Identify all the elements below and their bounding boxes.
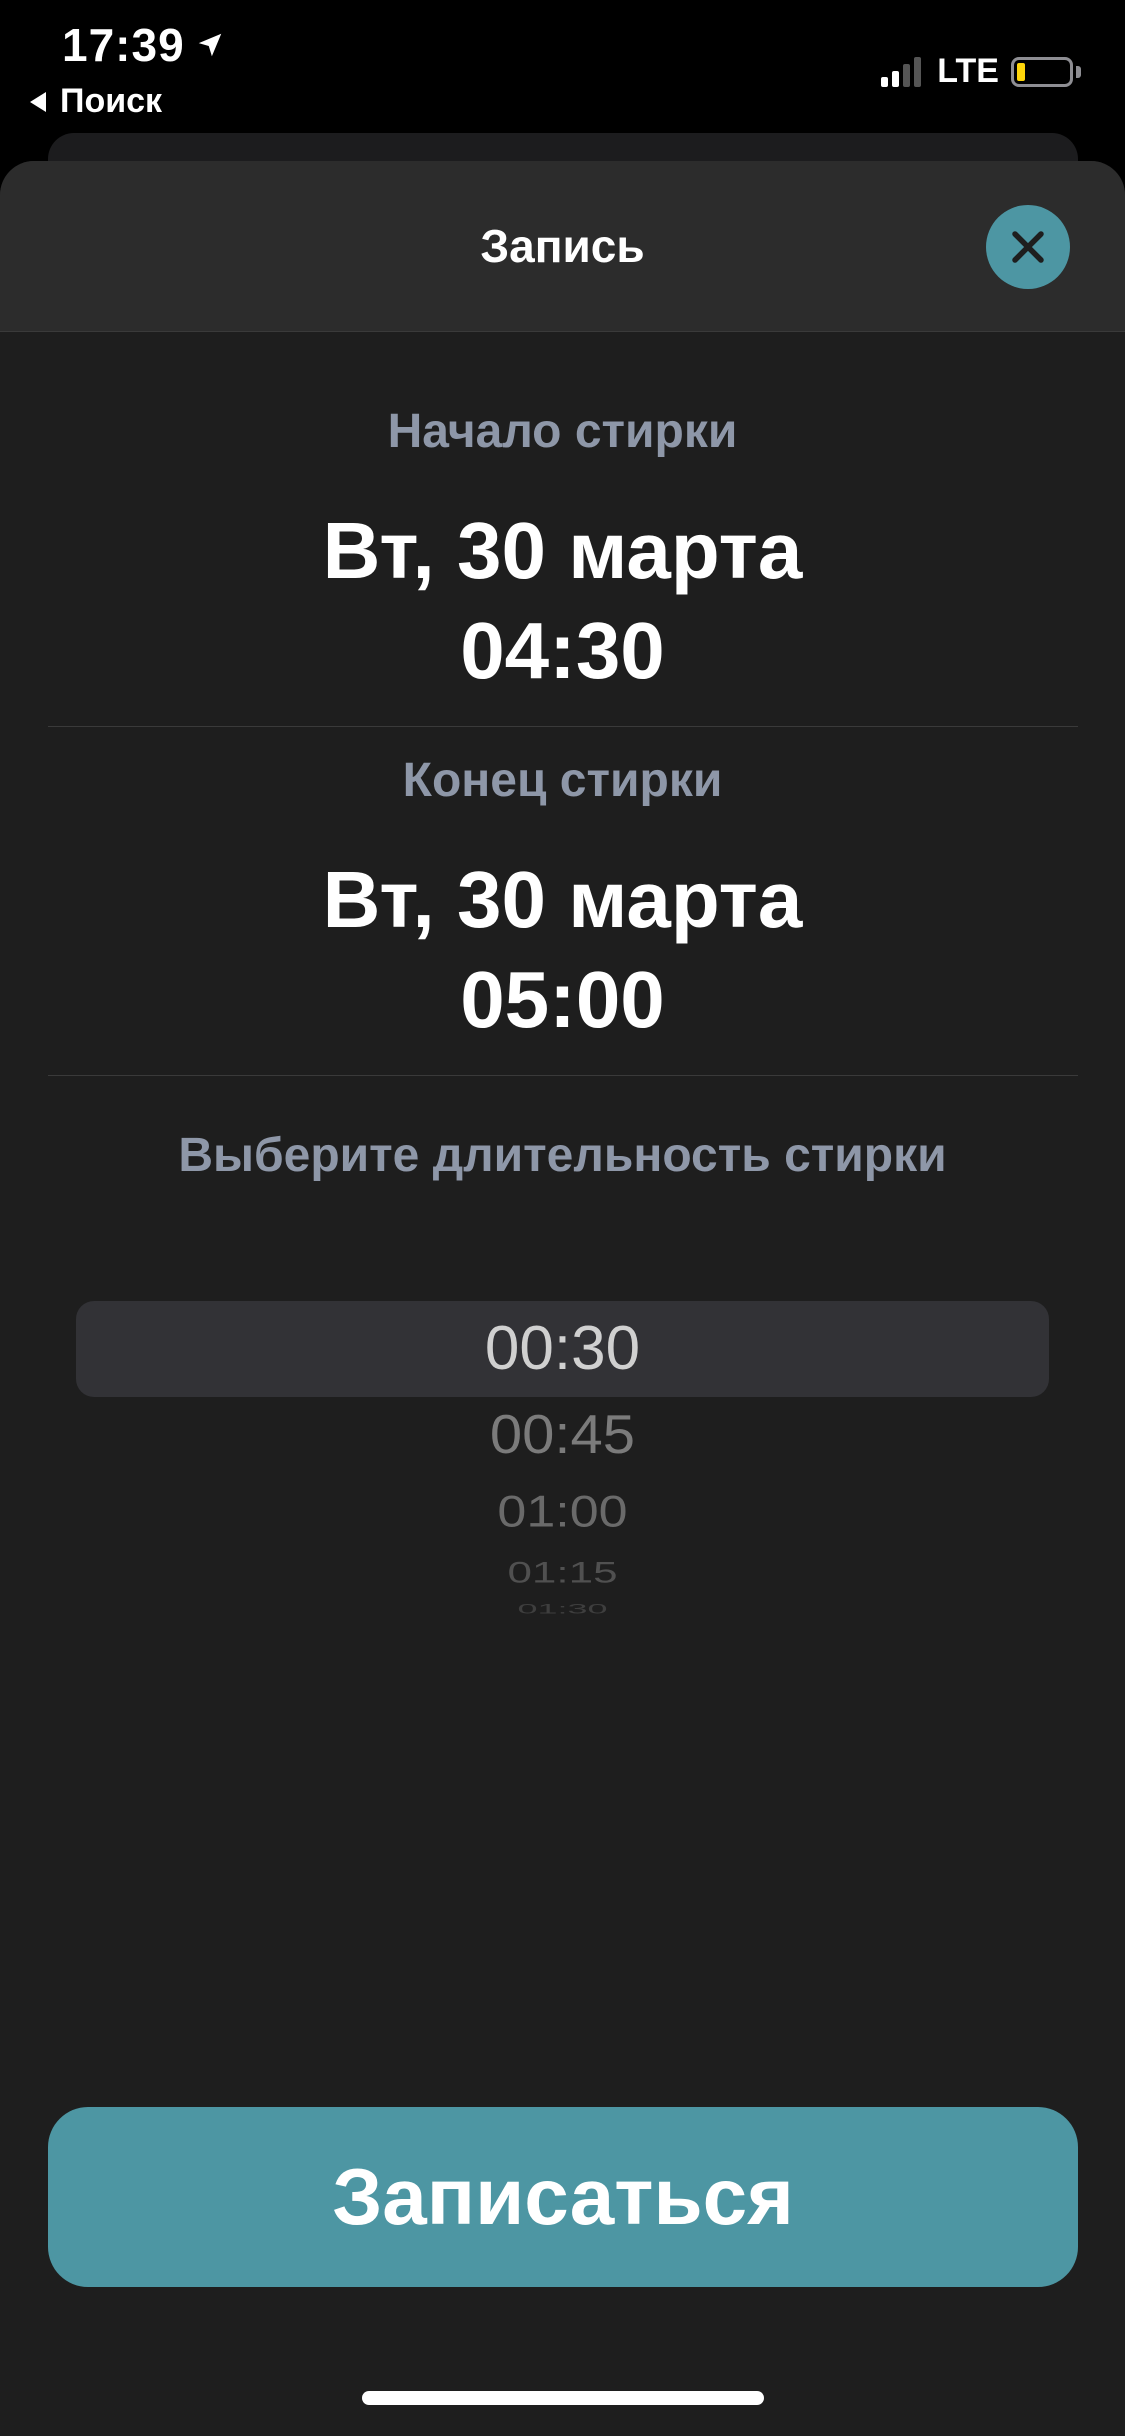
battery-icon <box>1011 56 1073 87</box>
network-type: LTE <box>937 52 999 90</box>
status-indicators: LTE <box>881 52 1081 91</box>
picker-option-selected[interactable]: 00:30 <box>0 1313 1125 1384</box>
start-time: 04:30 <box>460 606 665 695</box>
battery-level <box>1017 62 1025 81</box>
divider <box>48 1075 1078 1076</box>
picker-option[interactable]: 00:45 <box>0 1403 1125 1467</box>
submit-button[interactable]: Записаться <box>48 2107 1078 2287</box>
cellular-signal-icon <box>881 56 925 87</box>
start-label: Начало стирки <box>387 405 738 458</box>
home-indicator[interactable] <box>362 2391 764 2405</box>
battery-cap <box>1076 65 1081 78</box>
back-link-label: Поиск <box>60 82 163 120</box>
status-bar: 17:39 Поиск LTE <box>0 0 1125 135</box>
sheet-title: Запись <box>480 220 645 272</box>
end-date: Вт, 30 марта <box>322 855 803 944</box>
picker-option[interactable]: 01:30 <box>0 1601 1125 1617</box>
start-date: Вт, 30 марта <box>322 506 803 595</box>
close-icon <box>1012 231 1044 263</box>
location-arrow-icon <box>198 33 221 57</box>
booking-sheet: Запись Начало стирки Вт, 30 марта 04:30 … <box>0 161 1125 2436</box>
end-time: 05:00 <box>460 955 665 1044</box>
end-label: Конец стирки <box>402 754 723 807</box>
status-time-text: 17:39 <box>62 19 185 71</box>
picker-option[interactable]: 01:00 <box>0 1487 1125 1538</box>
status-time: 17:39 <box>62 18 225 72</box>
back-to-search-link[interactable]: Поиск <box>30 82 162 121</box>
divider <box>48 726 1078 727</box>
close-button[interactable] <box>986 205 1070 289</box>
back-triangle-icon <box>30 91 46 112</box>
picker-option[interactable]: 01:15 <box>0 1556 1125 1590</box>
sheet-header: Запись <box>0 161 1125 332</box>
duration-label: Выберите длительность стирки <box>178 1129 947 1182</box>
